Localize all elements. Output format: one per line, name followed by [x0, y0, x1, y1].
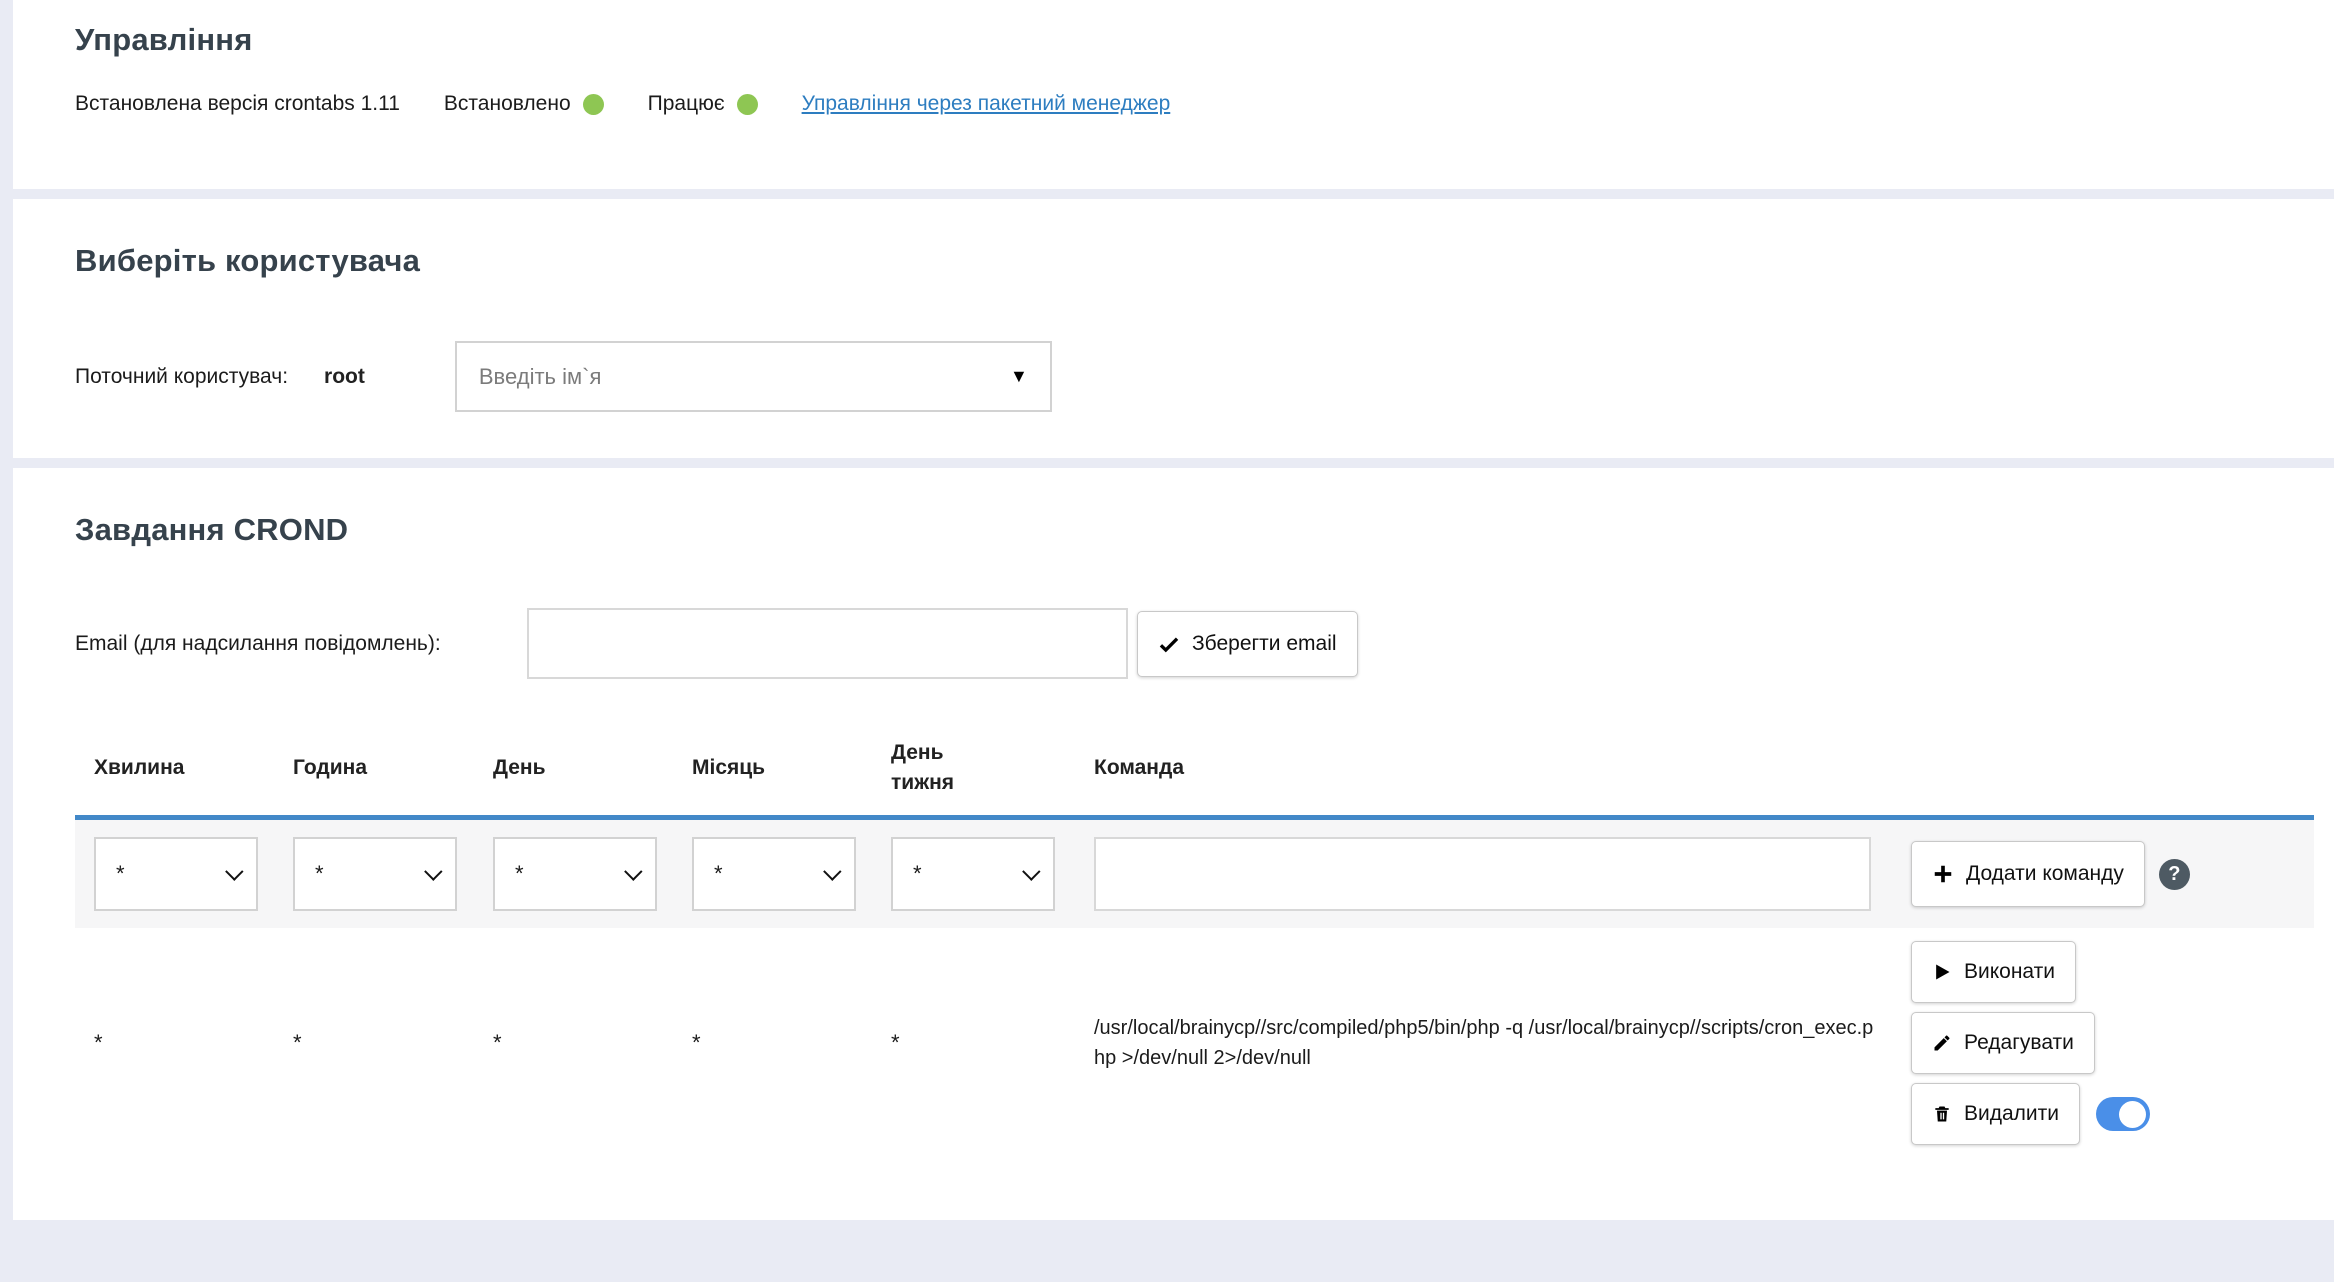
delete-button-label: Видалити	[1964, 1102, 2059, 1126]
add-command-label: Додати команду	[1966, 862, 2124, 886]
package-manager-link[interactable]: Управління через пакетний менеджер	[802, 92, 1171, 116]
command-input[interactable]	[1094, 837, 1871, 911]
triangle-down-icon: ▼	[1010, 366, 1028, 387]
hour-select[interactable]: *	[293, 837, 457, 911]
edit-button[interactable]: Редагувати	[1911, 1012, 2095, 1074]
current-user-row: Поточний користувач: root Введіть ім`я ▼	[75, 341, 2334, 412]
col-header-minute: Хвилина	[75, 753, 274, 783]
check-icon	[1158, 633, 1180, 655]
management-section: Управління Встановлена версія crontabs 1…	[13, 0, 2334, 189]
toggle-knob	[2119, 1101, 2146, 1128]
job-enabled-toggle[interactable]	[2096, 1097, 2150, 1131]
run-button-label: Виконати	[1964, 960, 2055, 984]
pencil-icon	[1932, 1033, 1952, 1053]
chevron-down-icon	[424, 862, 442, 880]
chevron-down-icon	[1022, 862, 1040, 880]
save-email-button[interactable]: Зберегти email	[1137, 611, 1358, 677]
col-header-command: Команда	[1075, 753, 1892, 783]
play-icon	[1932, 962, 1952, 982]
job-minute-value: *	[75, 1030, 274, 1056]
running-status: Працює	[648, 92, 758, 116]
job-hour-value: *	[274, 1030, 474, 1056]
job-command-text: /usr/local/brainycp//src/compiled/php5/b…	[1075, 1013, 1892, 1073]
col-header-weekday: День тижня	[872, 738, 1075, 798]
management-title: Управління	[75, 22, 2334, 58]
email-input[interactable]	[527, 608, 1128, 679]
hour-select-value: *	[315, 861, 324, 887]
plus-icon	[1932, 863, 1954, 885]
weekday-select[interactable]: *	[891, 837, 1055, 911]
user-select-section: Виберіть користувача Поточний користувач…	[13, 199, 2334, 458]
chevron-down-icon	[225, 862, 243, 880]
edit-button-label: Редагувати	[1964, 1031, 2074, 1055]
minute-select-value: *	[116, 861, 125, 887]
email-label: Email (для надсилання повідомлень):	[75, 632, 527, 656]
run-button[interactable]: Виконати	[1911, 941, 2076, 1003]
weekday-select-value: *	[913, 861, 922, 887]
cron-table-header: Хвилина Година День Місяць День тижня Ко…	[75, 720, 2314, 820]
running-status-dot-icon	[737, 94, 758, 115]
installed-version-text: Встановлена версія crontabs 1.11	[75, 92, 400, 116]
email-row: Email (для надсилання повідомлень): Збер…	[75, 608, 2334, 679]
crond-section: Завдання CROND Email (для надсилання пов…	[13, 468, 2334, 1220]
current-user-label: Поточний користувач:	[75, 365, 288, 389]
minute-select[interactable]: *	[94, 837, 258, 911]
save-email-label: Зберегти email	[1192, 632, 1337, 656]
question-circle-icon[interactable]: ?	[2159, 859, 2190, 890]
cron-job-row: * * * * * /usr/local/brainycp//src/compi…	[75, 928, 2314, 1158]
crond-title: Завдання CROND	[75, 512, 2334, 548]
add-command-button[interactable]: Додати команду	[1911, 841, 2145, 907]
month-select-value: *	[714, 861, 723, 887]
day-select[interactable]: *	[493, 837, 657, 911]
job-day-value: *	[474, 1030, 673, 1056]
new-command-row: * * * *	[75, 820, 2314, 928]
user-dropdown-placeholder: Введіть ім`я	[479, 364, 602, 390]
trash-icon	[1932, 1104, 1952, 1124]
installed-status: Встановлено	[444, 92, 604, 116]
chevron-down-icon	[624, 862, 642, 880]
chevron-down-icon	[823, 862, 841, 880]
installed-status-label: Встановлено	[444, 92, 571, 116]
day-select-value: *	[515, 861, 524, 887]
job-weekday-value: *	[872, 1030, 1075, 1056]
job-month-value: *	[673, 1030, 872, 1056]
cron-table: Хвилина Година День Місяць День тижня Ко…	[75, 720, 2314, 1158]
job-actions: Виконати Редагувати Видалити	[1892, 928, 2314, 1158]
installed-status-dot-icon	[583, 94, 604, 115]
running-status-label: Працює	[648, 92, 725, 116]
user-select-title: Виберіть користувача	[75, 243, 2334, 279]
month-select[interactable]: *	[692, 837, 856, 911]
management-status-row: Встановлена версія crontabs 1.11 Встанов…	[75, 92, 2334, 116]
current-user-value: root	[324, 365, 365, 389]
col-header-hour: Година	[274, 753, 474, 783]
user-dropdown[interactable]: Введіть ім`я ▼	[455, 341, 1052, 412]
col-header-day: День	[474, 753, 673, 783]
col-header-month: Місяць	[673, 753, 872, 783]
delete-button[interactable]: Видалити	[1911, 1083, 2080, 1145]
